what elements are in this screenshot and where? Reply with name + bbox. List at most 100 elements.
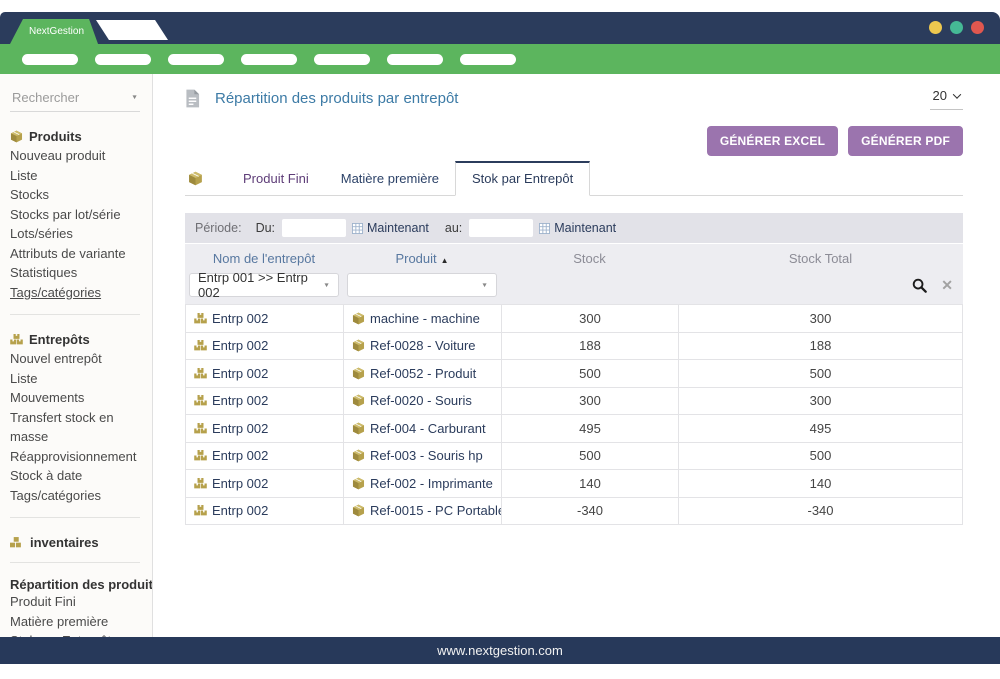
sidebar-item[interactable]: Réapprovisionnement	[10, 447, 152, 467]
brand-logo[interactable]: NextGestion	[10, 19, 98, 44]
product-cube-icon	[352, 394, 365, 407]
table-row[interactable]: Entrp 002 Ref-004 - Carburant 495 495	[186, 415, 963, 443]
table-row[interactable]: Entrp 002 machine - machine 300 300	[186, 305, 963, 333]
sidebar-item[interactable]: Tags/catégories	[10, 283, 152, 303]
sidebar-item[interactable]: Stocks par lot/série	[10, 205, 152, 225]
stock-total-value: 495	[679, 415, 963, 443]
warehouse-link[interactable]: Entrp 002	[212, 503, 268, 518]
product-filter-select[interactable]: ▼	[347, 273, 497, 297]
nav-pill-placeholder[interactable]	[460, 54, 516, 65]
nav-pill-placeholder[interactable]	[241, 54, 297, 65]
sidebar: Rechercher ▼ ProduitsNouveau produitList…	[0, 74, 153, 637]
sidebar-item[interactable]: Tags/catégories	[10, 486, 152, 506]
generate-excel-button[interactable]: GÉNÉRER EXCEL	[707, 126, 838, 156]
page-size-select[interactable]: 20	[930, 86, 963, 110]
nav-pill-placeholder[interactable]	[387, 54, 443, 65]
generate-pdf-button[interactable]: GÉNÉRER PDF	[848, 126, 963, 156]
page-size-value: 20	[933, 88, 947, 103]
calendar-icon[interactable]	[539, 223, 550, 234]
warehouse-link[interactable]: Entrp 002	[212, 311, 268, 326]
column-header-product[interactable]: Produit▲	[343, 251, 501, 266]
stock-total-value: 140	[679, 470, 963, 498]
footer-bar: www.nextgestion.com	[0, 637, 1000, 664]
table-row[interactable]: Entrp 002 Ref-002 - Imprimante 140 140	[186, 470, 963, 498]
product-link[interactable]: Ref-0020 - Souris	[370, 393, 472, 408]
window-dot-maximize	[950, 21, 963, 34]
calendar-icon[interactable]	[352, 223, 363, 234]
main-navbar	[0, 44, 1000, 74]
period-from-input[interactable]	[282, 219, 346, 237]
sidebar-item[interactable]: Stocks	[10, 185, 152, 205]
product-link[interactable]: Ref-0052 - Produit	[370, 366, 476, 381]
sidebar-item[interactable]: Liste	[10, 369, 152, 389]
main-content: Répartition des produits par entrepôt 20…	[153, 74, 1000, 637]
warehouse-icon	[194, 313, 207, 324]
warehouse-link[interactable]: Entrp 002	[212, 393, 268, 408]
nav-pill-placeholder[interactable]	[22, 54, 78, 65]
document-icon	[185, 89, 200, 108]
sidebar-item[interactable]: Nouvel entrepôt	[10, 349, 152, 369]
nav-pill-placeholder[interactable]	[314, 54, 370, 65]
tab-stok-par-entrepot[interactable]: Stok par Entrepôt	[455, 161, 590, 196]
warehouse-icon	[194, 478, 207, 489]
product-cube-icon	[352, 504, 365, 517]
period-from-label: Du:	[256, 221, 275, 235]
column-header-stock-total[interactable]: Stock Total	[678, 251, 963, 266]
table-row[interactable]: Entrp 002 Ref-003 - Souris hp 500 500	[186, 443, 963, 471]
warehouse-link[interactable]: Entrp 002	[212, 476, 268, 491]
product-link[interactable]: Ref-004 - Carburant	[370, 421, 486, 436]
product-link[interactable]: Ref-0028 - Voiture	[370, 338, 476, 353]
table-row[interactable]: Entrp 002 Ref-0020 - Souris 300 300	[186, 388, 963, 416]
warehouse-link[interactable]: Entrp 002	[212, 448, 268, 463]
stock-value: 188	[502, 333, 679, 361]
period-filter-bar: Période: Du: Maintenant au: Maintenant	[185, 213, 963, 243]
stock-value: -340	[502, 498, 679, 526]
sidebar-search-select[interactable]: Rechercher ▼	[10, 88, 140, 112]
warehouse-filter-select[interactable]: Entrp 001 >> Entrp 002 ▼	[189, 273, 339, 297]
stock-value: 300	[502, 388, 679, 416]
warehouse-icon	[194, 340, 207, 351]
period-to-input[interactable]	[469, 219, 533, 237]
column-header-stock[interactable]: Stock	[501, 251, 678, 266]
stock-total-value: 500	[679, 443, 963, 471]
nav-pill-placeholder[interactable]	[168, 54, 224, 65]
chevron-down-icon: ▼	[481, 282, 488, 288]
sidebar-item[interactable]: Liste	[10, 166, 152, 186]
table-row[interactable]: Entrp 002 Ref-0052 - Produit 500 500	[186, 360, 963, 388]
column-header-warehouse[interactable]: Nom de l'entrepôt	[185, 251, 343, 266]
product-link[interactable]: Ref-002 - Imprimante	[370, 476, 493, 491]
sidebar-report-item[interactable]: Matière première	[10, 612, 152, 632]
warehouse-icon	[194, 505, 207, 516]
sidebar-item[interactable]: Attributs de variante	[10, 244, 152, 264]
warehouse-icon	[10, 334, 23, 345]
sidebar-item[interactable]: Mouvements	[10, 388, 152, 408]
product-link[interactable]: Ref-0015 - PC Portable	[370, 503, 502, 518]
table-row[interactable]: Entrp 002 Ref-0015 - PC Portable -340 -3…	[186, 498, 963, 526]
clear-filter-icon[interactable]: ✕	[941, 277, 953, 294]
product-link[interactable]: Ref-003 - Souris hp	[370, 448, 483, 463]
sidebar-item[interactable]: Nouveau produit	[10, 146, 152, 166]
stock-value: 500	[502, 360, 679, 388]
search-icon[interactable]	[912, 278, 927, 293]
product-link[interactable]: machine - machine	[370, 311, 480, 326]
tab-produit-fini[interactable]: Produit Fini	[227, 163, 325, 195]
sidebar-report-item[interactable]: Produit Fini	[10, 592, 152, 612]
warehouse-icon	[194, 423, 207, 434]
period-to-now-link[interactable]: Maintenant	[554, 221, 616, 235]
sidebar-item[interactable]: Lots/séries	[10, 224, 152, 244]
table-header-area: Nom de l'entrepôt Produit▲ Stock Stock T…	[185, 244, 963, 304]
sidebar-item[interactable]: Transfert stock en masse	[10, 408, 152, 447]
warehouse-link[interactable]: Entrp 002	[212, 366, 268, 381]
sidebar-item[interactable]: Statistiques	[10, 263, 152, 283]
warehouse-link[interactable]: Entrp 002	[212, 338, 268, 353]
sidebar-report-active[interactable]: Répartition des produit...	[10, 577, 152, 592]
warehouse-link[interactable]: Entrp 002	[212, 421, 268, 436]
tab-matiere-premiere[interactable]: Matière première	[325, 163, 455, 195]
period-from-now-link[interactable]: Maintenant	[367, 221, 429, 235]
nav-pill-placeholder[interactable]	[95, 54, 151, 65]
sidebar-item[interactable]: Stock à date	[10, 466, 152, 486]
stock-total-value: 300	[679, 388, 963, 416]
table-row[interactable]: Entrp 002 Ref-0028 - Voiture 188 188	[186, 333, 963, 361]
chevron-down-icon	[953, 90, 961, 98]
cubes-icon	[10, 537, 24, 548]
